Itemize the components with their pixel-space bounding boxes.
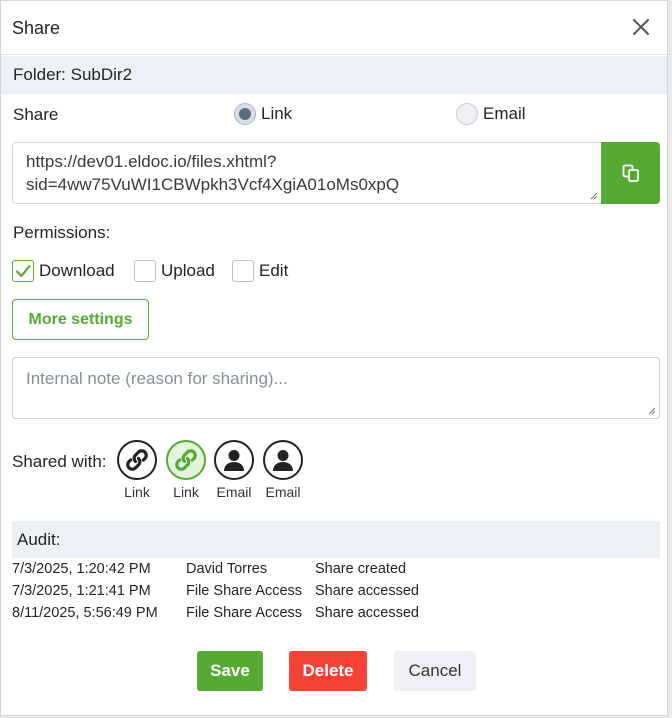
link-icon — [126, 449, 148, 471]
check-icon — [15, 264, 31, 278]
share-url-line2: sid=4ww75VuWI1CBWpkh3Vcf4XgiA01oMs0xpQ — [26, 175, 400, 194]
checkbox-box — [232, 260, 254, 282]
permission-edit-checkbox[interactable]: Edit — [232, 260, 288, 282]
audit-time: 7/3/2025, 1:21:41 PM — [12, 583, 151, 599]
close-icon[interactable] — [629, 15, 653, 39]
internal-note-placeholder: Internal note (reason for sharing)... — [26, 369, 288, 388]
shared-with-avatar — [117, 440, 157, 480]
checkbox-box-checked — [12, 260, 34, 282]
checkbox-label: Edit — [259, 261, 289, 280]
shared-with-avatar — [214, 440, 254, 480]
dialog-title: Share — [12, 18, 61, 38]
copy-url-button[interactable] — [601, 142, 660, 204]
audit-user: David Torres — [186, 561, 268, 577]
link-icon — [175, 449, 197, 471]
audit-action: Share created — [315, 561, 407, 577]
shared-with-avatar — [263, 440, 303, 480]
resize-handle-icon[interactable] — [647, 406, 656, 415]
delete-button[interactable]: Delete — [289, 651, 367, 691]
audit-user: File Share Access — [186, 605, 303, 621]
audit-time: 7/3/2025, 1:20:42 PM — [12, 561, 151, 577]
more-settings-button[interactable]: More settings — [12, 299, 149, 340]
share-type-email-radio[interactable]: Email — [456, 103, 526, 125]
share-url-textarea[interactable]: https://dev01.eldoc.io/files.xhtml? sid=… — [12, 142, 602, 204]
audit-header: Audit: — [12, 521, 660, 558]
copy-icon — [622, 164, 639, 182]
permission-upload-checkbox[interactable]: Upload — [134, 260, 215, 282]
save-button[interactable]: Save — [197, 651, 263, 691]
radio-dot — [456, 103, 478, 125]
user-icon — [224, 450, 244, 471]
cancel-button[interactable]: Cancel — [394, 651, 476, 691]
shared-with-link-2[interactable]: Link — [161, 440, 211, 500]
user-icon — [273, 450, 293, 471]
audit-action: Share accessed — [315, 583, 419, 599]
checkbox-label: Download — [39, 261, 115, 280]
shared-with-link-1[interactable]: Link — [112, 440, 162, 500]
audit-action: Share accessed — [315, 605, 419, 621]
shared-with-item-label: Email — [265, 484, 301, 500]
audit-label: Audit: — [17, 530, 61, 549]
share-url-line1: https://dev01.eldoc.io/files.xhtml? — [26, 152, 277, 171]
shared-with-email-1[interactable]: Email — [209, 440, 259, 500]
checkbox-box — [134, 260, 156, 282]
share-label: Share — [13, 105, 59, 124]
shared-with-avatar-selected — [166, 440, 206, 480]
radio-dot-selected — [234, 103, 256, 125]
shared-with-email-2[interactable]: Email — [258, 440, 308, 500]
audit-user: File Share Access — [186, 583, 303, 599]
permission-download-checkbox[interactable]: Download — [12, 260, 115, 282]
shared-with-label: Shared with: — [12, 452, 107, 471]
resize-handle-icon[interactable] — [589, 191, 598, 200]
shared-with-item-label: Link — [124, 484, 150, 500]
share-type-link-radio[interactable]: Link — [234, 103, 292, 125]
shared-with-item-label: Link — [173, 484, 199, 500]
checkbox-label: Upload — [161, 261, 215, 280]
folder-name: Folder: SubDir2 — [13, 65, 133, 84]
audit-time: 8/11/2025, 5:56:49 PM — [12, 605, 158, 621]
permissions-label: Permissions: — [13, 223, 111, 242]
shared-with-item-label: Email — [216, 484, 252, 500]
radio-label: Email — [483, 104, 526, 123]
radio-label: Link — [261, 104, 293, 123]
folder-bar: Folder: SubDir2 — [1, 56, 667, 94]
internal-note-textarea[interactable]: Internal note (reason for sharing)... — [12, 357, 660, 419]
share-dialog: Share Folder: SubDir2 Share Link Email h… — [0, 0, 668, 716]
dialog-titlebar: Share — [1, 1, 667, 55]
